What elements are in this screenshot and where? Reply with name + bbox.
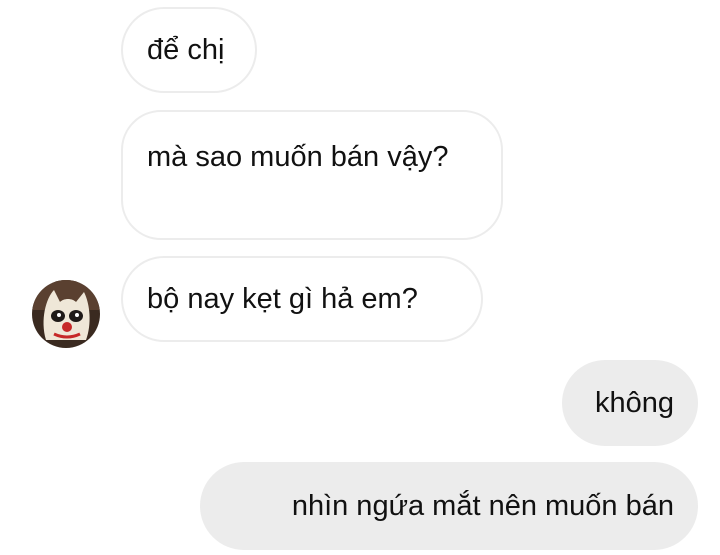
avatar[interactable] (32, 280, 100, 348)
message-bubble-outgoing[interactable]: không (562, 360, 698, 446)
message-bubble-incoming[interactable]: bộ nay kẹt gì hả em? (121, 256, 483, 342)
message-text: không (594, 387, 674, 419)
message-text: nhìn ngứa mắt nên muốn bán (291, 490, 674, 522)
clown-cat-avatar-icon (32, 280, 100, 348)
message-bubble-incoming[interactable]: mà sao muốn bán vậy? (121, 110, 503, 240)
message-text: để chị (147, 34, 225, 66)
message-bubble-incoming[interactable]: để chị (121, 7, 257, 93)
message-text: mà sao muốn bán vậy? (147, 141, 449, 173)
message-text: bộ nay kẹt gì hả em? (147, 283, 418, 315)
message-bubble-outgoing[interactable]: nhìn ngứa mắt nên muốn bán (200, 462, 698, 550)
